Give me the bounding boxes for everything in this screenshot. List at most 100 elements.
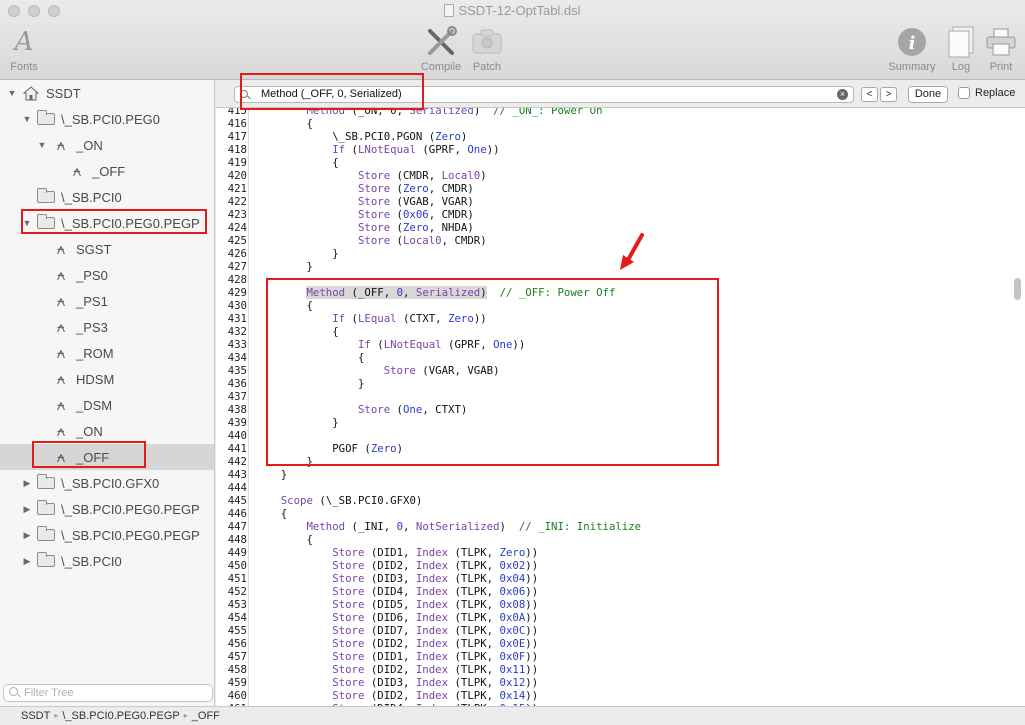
tree-item-label: \_SB.PCI0.PEG0.PEGP — [61, 501, 200, 517]
disclosure-triangle-icon[interactable]: ▶ — [21, 478, 33, 489]
filter-tree-field[interactable]: Filter Tree — [3, 684, 213, 702]
summary-label: Summary — [888, 61, 936, 73]
summary-button[interactable]: i Summary — [885, 24, 939, 73]
tree-item-label: _DSM — [76, 397, 113, 413]
tree-item[interactable]: ⍲ _PS1 — [0, 288, 214, 314]
line-number: 438 — [227, 403, 247, 416]
find-next-button[interactable]: > — [880, 87, 897, 102]
disclosure-triangle-icon[interactable]: ▶ — [21, 504, 33, 515]
code-token: Index — [415, 585, 449, 598]
code-text: Store (DID3, Index (TLPK, 0x04)) — [255, 572, 538, 585]
breadcrumb-item-root[interactable]: SSDT — [21, 707, 50, 725]
find-previous-button[interactable]: < — [861, 87, 878, 102]
breadcrumb-item-scope[interactable]: \_SB.PCI0.PEG0.PEGP — [62, 707, 179, 725]
folder-icon — [36, 110, 56, 127]
line-number: 453 — [227, 598, 247, 611]
code-token: If — [255, 143, 346, 156]
tree-item-label: _OFF — [92, 163, 126, 179]
code-token: Store — [255, 663, 365, 676]
tree-item[interactable]: ⍲ _PS0 — [0, 262, 214, 288]
tree-item[interactable]: ▶ \_SB.PCI0.PEG0.PEGP — [0, 522, 214, 548]
clear-search-icon[interactable]: × — [837, 89, 848, 100]
disclosure-triangle-icon[interactable]: ▶ — [21, 530, 33, 541]
patch-icon — [460, 24, 514, 60]
code-line: 416 { — [216, 117, 996, 130]
disclosure-triangle-icon[interactable]: ▼ — [36, 140, 48, 150]
breadcrumb-item-method[interactable]: _OFF — [192, 707, 220, 725]
tree-item-label: \_SB.PCI0.GFX0 — [61, 475, 160, 491]
tree-item-label: _PS1 — [76, 293, 108, 309]
tree-item[interactable]: ▶ \_SB.PCI0 — [0, 548, 214, 574]
code-token: )) — [525, 598, 539, 611]
tree-item[interactable]: ⍲ SGST — [0, 236, 214, 262]
code-text: } — [255, 260, 312, 273]
code-text: \_SB.PCI0.PGON (Zero) — [255, 130, 467, 143]
tree-item[interactable]: \_SB.PCI0 — [0, 184, 214, 210]
code-token: (DID3, — [364, 572, 416, 585]
code-token: )) — [525, 559, 539, 572]
disclosure-triangle-icon[interactable]: ▶ — [21, 556, 33, 567]
line-number: 442 — [227, 455, 247, 468]
fonts-button[interactable]: A Fonts — [0, 24, 51, 73]
code-token: (TLPK, — [448, 676, 500, 689]
code-token: 0x08 — [499, 598, 526, 611]
code-token: )) — [525, 624, 539, 637]
tree-item[interactable]: ▶ \_SB.PCI0.GFX0 — [0, 470, 214, 496]
tree-item-label: \_SB.PCI0.PEG0.PEGP — [61, 527, 200, 543]
code-token: { — [255, 533, 313, 546]
code-text: { — [255, 156, 338, 169]
method-icon: ⍲ — [56, 344, 66, 362]
replace-toggle[interactable]: Replace — [958, 87, 1015, 99]
tree-item[interactable]: ⍲ _OFF — [0, 158, 214, 184]
tree-item[interactable]: ⍲ _DSM — [0, 392, 214, 418]
code-token: Store — [255, 195, 391, 208]
line-number: 449 — [227, 546, 247, 559]
method-icon: ⍲ — [56, 396, 66, 414]
code-token: ) — [499, 520, 519, 533]
tree-item[interactable]: ▼ \_SB.PCI0.PEG0 — [0, 106, 214, 132]
line-number: 443 — [227, 468, 247, 481]
line-number: 457 — [227, 650, 247, 663]
replace-checkbox[interactable] — [958, 87, 970, 99]
vertical-scrollbar[interactable] — [1014, 278, 1021, 300]
code-text: } — [255, 468, 287, 481]
code-token: 0x06 — [499, 585, 526, 598]
patch-button[interactable]: Patch — [460, 24, 514, 73]
line-number: 456 — [227, 637, 247, 650]
disclosure-triangle-icon[interactable]: ▼ — [6, 88, 18, 98]
method-highlight-box — [266, 278, 719, 466]
code-token: Store — [255, 585, 365, 598]
code-token: 0x06 — [403, 208, 429, 221]
code-text: Store (DID2, Index (TLPK, 0x0E)) — [255, 637, 538, 650]
code-line: 449 Store (DID1, Index (TLPK, Zero)) — [216, 546, 996, 559]
code-text: Store (Zero, NHDA) — [255, 221, 474, 234]
code-token: Zero — [499, 546, 526, 559]
code-text: Store (CMDR, Local0) — [255, 169, 487, 182]
code-token: ) — [473, 108, 494, 117]
tree-item[interactable]: ⍲ _PS3 — [0, 314, 214, 340]
font-icon: A — [14, 27, 34, 57]
print-button[interactable]: Print — [974, 24, 1025, 73]
window-title: SSDT-12-OptTabl.dsl — [0, 3, 1025, 18]
method-icon: ⍲ — [56, 292, 66, 310]
tree-item[interactable]: ⍲ HDSM — [0, 366, 214, 392]
line-number: 432 — [227, 325, 247, 338]
code-token: Store — [255, 169, 391, 182]
code-text: Store (0x06, CMDR) — [255, 208, 474, 221]
line-number: 446 — [227, 507, 247, 520]
disclosure-triangle-icon[interactable]: ▼ — [21, 114, 33, 124]
code-line: 447 Method (_INI, 0, NotSerialized) // _… — [216, 520, 996, 533]
code-line: 423 Store (0x06, CMDR) — [216, 208, 996, 221]
tree-item[interactable]: ▼ SSDT — [0, 80, 214, 106]
folder-icon — [36, 188, 56, 205]
done-button[interactable]: Done — [908, 86, 948, 103]
code-token: (TLPK, — [448, 689, 500, 702]
tree-item[interactable]: ▼ ⍲ _ON — [0, 132, 214, 158]
breadcrumb-separator-icon: ▸ — [54, 711, 59, 720]
tree-item[interactable]: ⍲ _ROM — [0, 340, 214, 366]
code-token: ) — [460, 130, 468, 143]
line-number: 416 — [227, 117, 247, 130]
code-line: 426 } — [216, 247, 996, 260]
code-token: Zero — [435, 130, 461, 143]
tree-item[interactable]: ▶ \_SB.PCI0.PEG0.PEGP — [0, 496, 214, 522]
